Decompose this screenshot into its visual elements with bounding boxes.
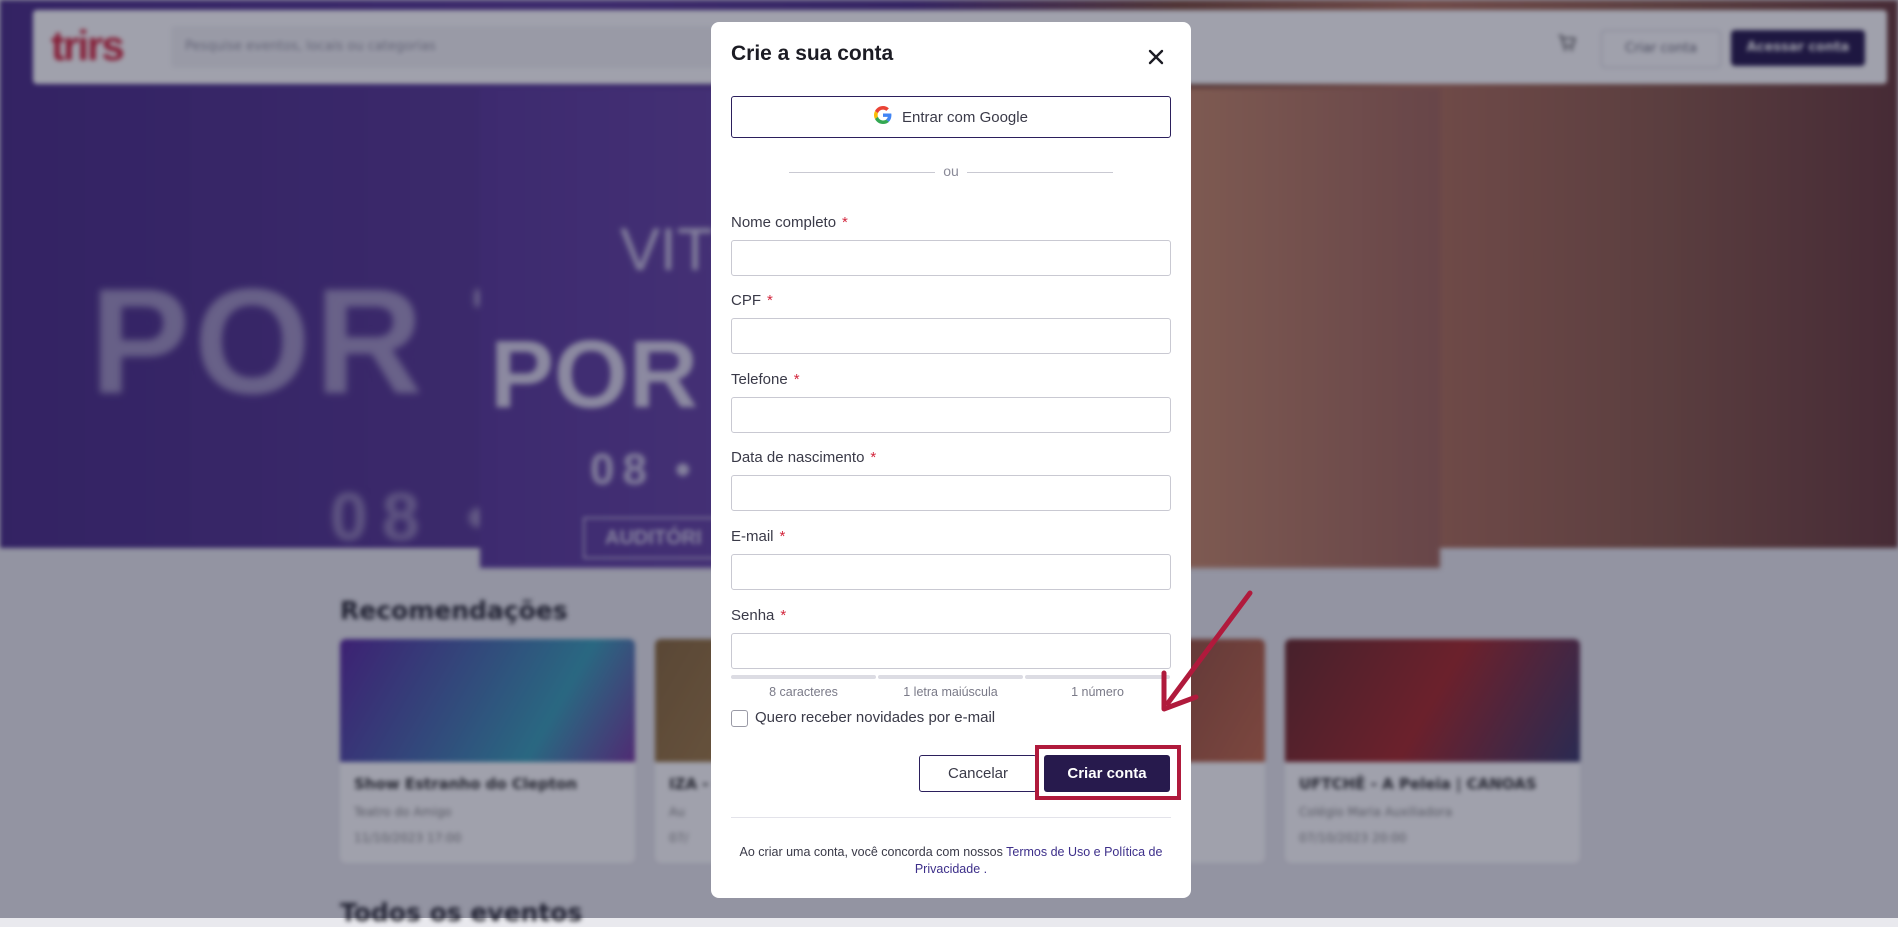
- cpf-label-text: CPF: [731, 292, 761, 309]
- password-strength-bar: [731, 675, 876, 679]
- phone-label: Telefone *: [731, 371, 800, 388]
- email-label-text: E-mail: [731, 528, 774, 545]
- or-divider: ou: [789, 162, 1113, 182]
- password-strength-bar: [878, 675, 1023, 679]
- phone-label-text: Telefone: [731, 371, 788, 388]
- newsletter-checkbox[interactable]: [731, 710, 748, 727]
- modal-title: Crie a sua conta: [731, 42, 894, 65]
- required-mark: *: [767, 292, 773, 309]
- password-rule-uppercase: 1 letra maiúscula: [903, 685, 998, 699]
- google-signin-button[interactable]: Entrar com Google: [731, 96, 1171, 138]
- password-label: Senha *: [731, 607, 786, 624]
- password-label-text: Senha: [731, 607, 775, 624]
- divider-text: ou: [943, 163, 959, 179]
- required-mark: *: [779, 528, 786, 545]
- modal-separator: [731, 817, 1171, 818]
- password-input[interactable]: [731, 633, 1171, 669]
- required-mark: *: [780, 607, 787, 624]
- full-name-input[interactable]: [731, 240, 1171, 276]
- terms-notice: Ao criar uma conta, você concorda com no…: [731, 844, 1171, 878]
- password-strength-bars: [731, 675, 1171, 679]
- password-strength-bar: [1025, 675, 1170, 679]
- google-icon: [874, 106, 892, 128]
- terms-suffix: .: [983, 862, 988, 876]
- full-name-label: Nome completo *: [731, 214, 848, 231]
- birthdate-label: Data de nascimento *: [731, 449, 876, 466]
- divider-line-right: [967, 172, 1113, 173]
- full-name-label-text: Nome completo: [731, 214, 837, 231]
- terms-prefix: Ao criar uma conta, você concorda com no…: [739, 845, 1003, 859]
- create-account-modal: Crie a sua conta Entrar com Google ou No…: [711, 22, 1191, 898]
- annotation-arrow-icon: [1150, 585, 1260, 729]
- create-account-button[interactable]: Criar conta: [1044, 755, 1170, 792]
- cancel-button[interactable]: Cancelar: [919, 755, 1037, 792]
- required-mark: *: [870, 449, 877, 466]
- email-label: E-mail *: [731, 528, 785, 545]
- cpf-input[interactable]: [731, 318, 1171, 354]
- password-rule-number: 1 número: [1071, 685, 1124, 699]
- cpf-label: CPF *: [731, 292, 773, 309]
- required-mark: *: [793, 371, 800, 388]
- email-input[interactable]: [731, 554, 1171, 590]
- required-mark: *: [842, 214, 848, 231]
- close-button[interactable]: [1143, 44, 1169, 70]
- close-icon: [1148, 49, 1164, 65]
- google-button-label: Entrar com Google: [902, 108, 1028, 126]
- phone-input[interactable]: [731, 397, 1171, 433]
- password-rule-length: 8 caracteres: [769, 685, 838, 699]
- birthdate-input[interactable]: [731, 475, 1171, 511]
- newsletter-label[interactable]: Quero receber novidades por e-mail: [755, 709, 995, 726]
- birthdate-label-text: Data de nascimento: [731, 449, 865, 466]
